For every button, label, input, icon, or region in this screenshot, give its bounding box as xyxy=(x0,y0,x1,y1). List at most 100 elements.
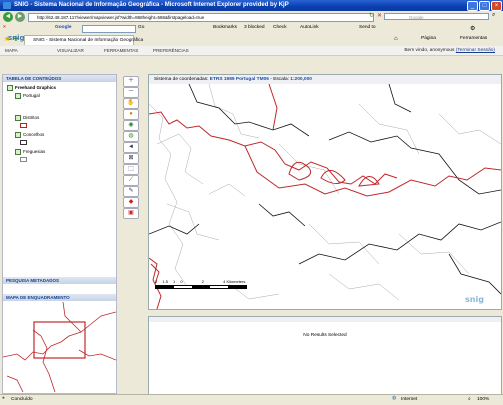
scale-tick: 2 xyxy=(201,279,204,284)
internet-zone-icon: ◍ xyxy=(392,396,397,401)
menu-preferencias[interactable]: PREFERÊNCIAS xyxy=(153,48,189,53)
search-metadata-header[interactable]: PESQUISA METADADOS xyxy=(3,277,116,284)
layer-checkbox[interactable] xyxy=(15,93,21,99)
settings-icon[interactable]: ⚙ xyxy=(470,25,475,32)
layer-label: Freehand Graphics xyxy=(15,85,57,91)
stop-icon[interactable]: ✕ xyxy=(377,12,382,19)
scale-tick: 1 xyxy=(173,279,176,284)
zoom-out-icon[interactable]: － xyxy=(123,87,139,98)
layer-label: Concelhos xyxy=(23,132,45,138)
draw-icon[interactable]: ✎ xyxy=(123,186,139,197)
layer-freguesias[interactable]: Freguesias xyxy=(15,149,45,155)
map-watermark: snig xyxy=(465,295,484,304)
scale-tick: 0 xyxy=(180,279,183,284)
welcome-text: Bem vindo, anonymous (Terminar Sessão) xyxy=(404,48,495,53)
zoom-in-icon[interactable]: ＋ xyxy=(123,76,139,87)
tab-label: SNIG - Sistema Nacional de Informação Ge… xyxy=(33,38,144,43)
window-title: SNIG - Sistema Nacional de Informação Ge… xyxy=(14,2,289,8)
google-search-input[interactable] xyxy=(82,25,136,33)
layer-label: Distritos xyxy=(23,115,40,121)
identify-icon[interactable]: ● xyxy=(123,109,139,120)
check-button[interactable]: Check xyxy=(273,25,287,30)
forward-button[interactable]: ► xyxy=(15,12,25,22)
bookmarks-button[interactable]: Bookmarks xyxy=(213,25,237,30)
tools-menu[interactable]: Ferramentas xyxy=(460,36,487,41)
coord-value: ETRS 1989 Portugal TM06 xyxy=(209,77,269,82)
maximize-button[interactable]: □ xyxy=(479,1,490,11)
coord-label: Sistema de coordenadas: xyxy=(154,77,209,82)
zoom-level[interactable]: 100% xyxy=(477,397,489,402)
print-icon[interactable]: ▣ xyxy=(123,208,139,219)
app-menu-bar: MAPA VISUALIZAR FERRAMENTAS PREFERÊNCIAS… xyxy=(0,46,503,56)
page-done-icon: ● xyxy=(2,396,5,401)
district-boundaries xyxy=(149,84,501,309)
scale-tick: 4 Kilometers xyxy=(223,279,246,284)
measure-icon[interactable]: ⟋ xyxy=(123,175,139,186)
layer-distritos[interactable]: Distritos xyxy=(15,115,39,121)
popup-blocked-button[interactable]: 3 blocked xyxy=(244,25,265,30)
overview-map[interactable] xyxy=(3,302,116,392)
layer-portugal[interactable]: Portugal xyxy=(15,93,40,99)
tab-snig[interactable]: SNIG - Sistema Nacional de Informação Ge… xyxy=(24,35,143,45)
legend-swatch xyxy=(20,123,27,129)
status-bar: ● Concluído ◍ Internet ⌕ 100% xyxy=(0,394,503,405)
status-text: Concluído xyxy=(11,397,33,402)
map-frame: Sistema de coordenadas: ETRS 1989 Portug… xyxy=(148,74,502,310)
layer-checkbox[interactable] xyxy=(7,85,13,91)
layer-sublabel: ···· xyxy=(19,101,25,106)
zoom-box-icon[interactable]: ⊠ xyxy=(123,153,139,164)
zoom-icon[interactable]: ⌕ xyxy=(468,396,471,402)
no-results-text: No Results Selected xyxy=(303,333,347,338)
toc-header: TABELA DE CONTEÚDOS xyxy=(3,75,116,82)
scale-tick: 1.5 xyxy=(162,279,168,284)
scale-label: - Escala: xyxy=(270,77,289,82)
go-button[interactable]: Go xyxy=(138,25,144,30)
refresh-icon[interactable]: ↻ xyxy=(369,12,374,19)
scale-bar: 2 1.5 1 0 2 4 Kilometers xyxy=(155,279,247,289)
layer-label: Freguesias xyxy=(23,149,46,155)
parish-boundaries xyxy=(149,84,501,301)
municipality-boundaries xyxy=(149,84,501,295)
select-icon[interactable]: ⬚ xyxy=(123,164,139,175)
clear-graphics-icon[interactable]: ◆ xyxy=(123,197,139,208)
back-button[interactable]: ◄ xyxy=(3,12,13,22)
menu-ferramentas[interactable]: FERRAMENTAS xyxy=(104,48,138,53)
globe-icon[interactable]: ◍ xyxy=(123,131,139,142)
legend-swatch xyxy=(20,140,27,146)
coordinate-bar: Sistema de coordenadas: ETRS 1989 Portug… xyxy=(149,75,501,84)
toolbar-close-icon[interactable]: × xyxy=(3,25,6,30)
home-icon[interactable]: ⌂ xyxy=(394,36,398,42)
layer-label: Portugal xyxy=(23,93,40,99)
url-input[interactable]: http://62.48.187.117/viewer/mapviewer.js… xyxy=(28,13,374,22)
minimize-button[interactable]: _ xyxy=(467,1,478,11)
full-extent-icon[interactable]: ◉ xyxy=(123,120,139,131)
menu-visualizar[interactable]: VISUALIZAR xyxy=(57,48,84,53)
layer-concelhos[interactable]: Concelhos xyxy=(15,132,44,138)
previous-extent-icon[interactable]: ◄ xyxy=(123,142,139,153)
search-input[interactable]: Google xyxy=(384,13,489,20)
welcome-user: Bem vindo, anonymous xyxy=(404,48,455,53)
results-panel: No Results Selected xyxy=(148,316,502,395)
sendto-button[interactable]: Send to xyxy=(359,25,376,30)
overview-header[interactable]: MAPA DE ENQUADRAMENTO xyxy=(3,294,116,301)
map-canvas[interactable] xyxy=(149,84,501,309)
search-icon[interactable]: ⌕ xyxy=(492,12,495,19)
layer-checkbox[interactable] xyxy=(15,132,21,138)
map-toolbar: ＋ － ✋ ● ◉ ◍ ◄ ⊠ ⬚ ⟋ ✎ ◆ ▣ xyxy=(121,76,141,219)
results-header xyxy=(149,317,501,322)
pan-icon[interactable]: ✋ xyxy=(123,98,139,109)
logout-link[interactable]: (Terminar Sessão) xyxy=(456,48,495,53)
left-panel: TABELA DE CONTEÚDOS Freehand Graphics Po… xyxy=(2,74,117,394)
page-menu[interactable]: Página xyxy=(421,36,436,41)
legend-swatch xyxy=(20,157,27,163)
layer-checkbox[interactable] xyxy=(15,149,21,155)
layer-checkbox[interactable] xyxy=(15,115,21,121)
window-titlebar: SNIG - Sistema Nacional de Informação Ge… xyxy=(0,0,503,11)
security-zone: Internet xyxy=(401,397,418,402)
close-window-button[interactable]: × xyxy=(491,1,502,11)
autolink-button[interactable]: AutoLink xyxy=(300,25,319,30)
layer-freehand[interactable]: Freehand Graphics xyxy=(7,85,56,91)
ie-icon xyxy=(3,2,11,9)
scale-value: 1:200,000 xyxy=(290,77,312,82)
menu-mapa[interactable]: MAPA xyxy=(5,48,18,53)
